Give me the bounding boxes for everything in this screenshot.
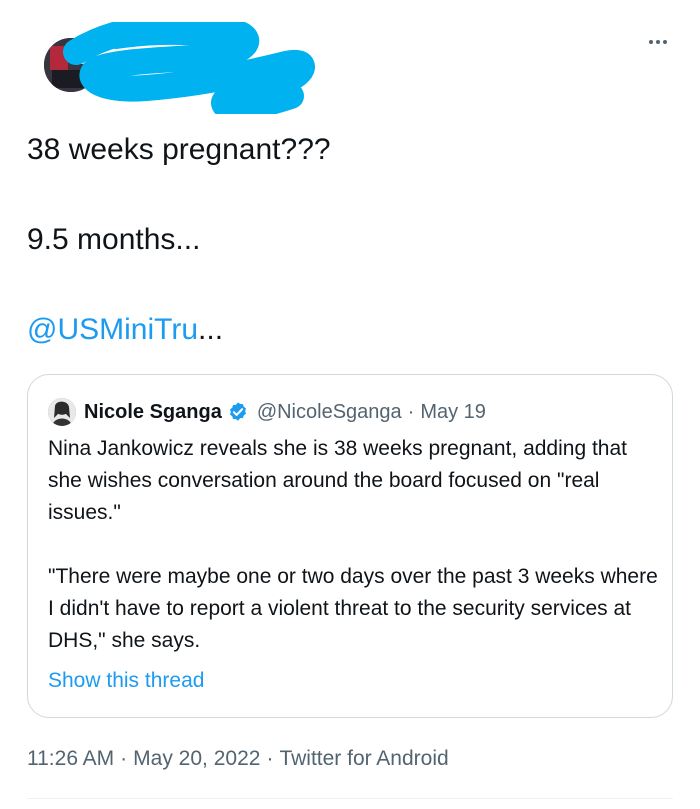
quoted-author-name[interactable]: Nicole Sganga xyxy=(84,401,222,424)
separator-dot: · xyxy=(407,400,415,423)
quoted-tweet-header: Nicole Sganga @NicoleSganga · May 19 xyxy=(48,397,486,427)
separator-dot: · xyxy=(266,747,274,770)
quoted-tweet-text: Nina Jankowicz reveals she is 38 weeks p… xyxy=(48,433,658,657)
quoted-tweet-date[interactable]: May 19 xyxy=(420,401,486,424)
redaction-scribble xyxy=(63,22,315,114)
mention-suffix: ... xyxy=(198,313,224,346)
tweet-text-line: 9.5 months... xyxy=(27,223,201,256)
mention-link[interactable]: @USMiniTru xyxy=(27,313,198,346)
quoted-paragraph: Nina Jankowicz reveals she is 38 weeks p… xyxy=(48,437,627,524)
quoted-author-avatar[interactable] xyxy=(48,398,76,426)
verified-badge-icon xyxy=(227,401,249,423)
divider xyxy=(27,798,673,799)
quoted-paragraph: "There were maybe one or two days over t… xyxy=(48,565,658,652)
tweet-detail: 38 weeks pregnant??? 9.5 months... @USMi… xyxy=(0,0,700,809)
tweet-mention-line: @USMiniTru... xyxy=(27,308,223,352)
separator-dot: · xyxy=(120,747,128,770)
quoted-author-handle[interactable]: @NicoleSganga xyxy=(257,401,402,424)
show-thread-link[interactable]: Show this thread xyxy=(48,665,204,697)
tweet-text-line: 38 weeks pregnant??? xyxy=(27,133,331,166)
tweet-date[interactable]: May 20, 2022 xyxy=(133,747,260,770)
tweet-metadata: 11:26 AM · May 20, 2022 · Twitter for Androi… xyxy=(27,744,449,774)
tweet-time[interactable]: 11:26 AM xyxy=(27,747,114,770)
more-horizontal-icon xyxy=(649,40,667,44)
tweet-source[interactable]: Twitter for Android xyxy=(279,747,448,770)
more-options-button[interactable] xyxy=(640,30,676,54)
quoted-tweet-card[interactable]: Nicole Sganga @NicoleSganga · May 19 Nin… xyxy=(27,374,673,718)
tweet-header xyxy=(26,22,676,114)
